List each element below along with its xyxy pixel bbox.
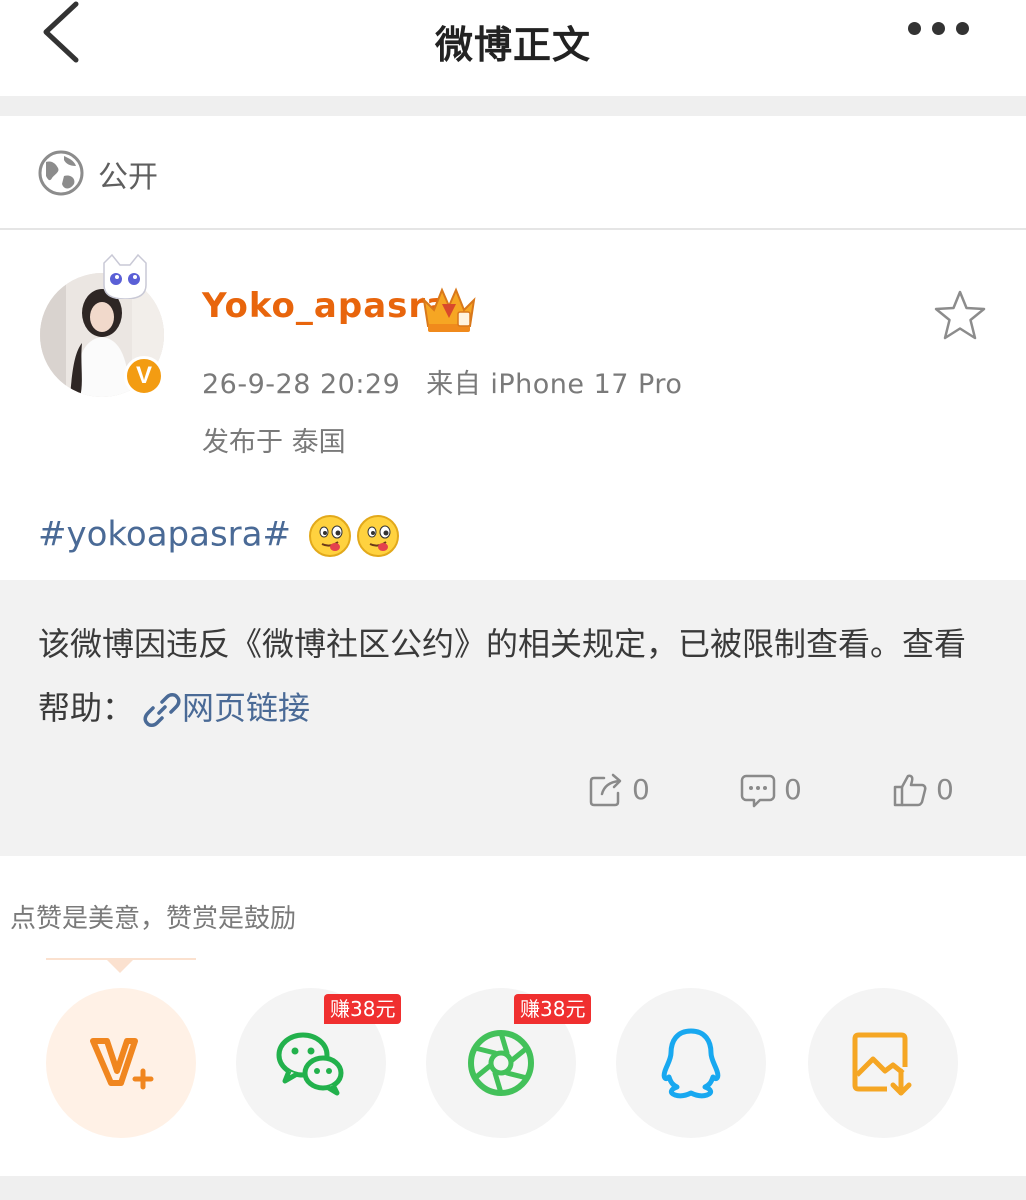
save-image-button[interactable] bbox=[808, 988, 958, 1138]
avatar-cat-decoration bbox=[103, 253, 147, 299]
web-link[interactable]: 网页链接 bbox=[182, 689, 310, 727]
verified-badge: V bbox=[124, 356, 164, 396]
moments-icon bbox=[468, 1030, 534, 1096]
repost-button[interactable]: 0 bbox=[588, 770, 668, 810]
more-dots-icon bbox=[908, 22, 921, 35]
repost-count: 0 bbox=[632, 773, 650, 806]
page-title: 微博正文 bbox=[434, 23, 591, 67]
comment-count: 0 bbox=[784, 773, 802, 806]
tongue-face-emoji bbox=[356, 515, 399, 557]
more-dot bbox=[932, 22, 945, 35]
comment-icon bbox=[740, 774, 776, 808]
like-count: 0 bbox=[936, 773, 954, 806]
crown-level-icon bbox=[422, 287, 476, 332]
post-source: 来自 iPhone 17 Pro bbox=[426, 369, 683, 400]
post-location: 发布于 泰国 bbox=[202, 427, 346, 458]
like-button[interactable]: 0 bbox=[892, 770, 972, 810]
more-dot bbox=[956, 22, 969, 35]
repost-icon bbox=[589, 773, 622, 807]
star-icon[interactable] bbox=[932, 288, 988, 344]
reward-prompt: 点赞是美意，赞赏是鼓励 bbox=[10, 904, 297, 934]
restricted-notice-text: 该微博因违反《微博社区公约》的相关规定，已被限制查看。查看帮助： 网页链接 bbox=[38, 612, 978, 740]
earn-badge: 赚38元 bbox=[324, 994, 402, 1024]
share-qq-button[interactable] bbox=[616, 988, 766, 1138]
section-divider bbox=[0, 96, 1026, 116]
visibility-label: 公开 bbox=[98, 160, 158, 195]
earn-badge: 赚38元 bbox=[514, 994, 592, 1024]
divider bbox=[0, 228, 1026, 230]
wechat-icon bbox=[276, 1032, 344, 1096]
bottom-divider bbox=[0, 1176, 1026, 1200]
comment-button[interactable]: 0 bbox=[740, 770, 820, 810]
post-meta: 26-9-28 20:29 来自 iPhone 17 Pro bbox=[202, 362, 682, 401]
more-button[interactable] bbox=[900, 18, 980, 42]
vplus-icon bbox=[90, 1038, 154, 1090]
tongue-face-emoji bbox=[308, 515, 351, 557]
globe-icon bbox=[38, 150, 84, 196]
post-text-line: #yokoapasra# bbox=[38, 514, 400, 558]
vplus-button[interactable] bbox=[46, 988, 196, 1138]
thumbs-up-icon bbox=[893, 774, 927, 807]
author-name[interactable]: Yoko_apasra bbox=[202, 286, 450, 326]
post-date: 26-9-28 20:29 bbox=[202, 369, 401, 400]
save-image-icon bbox=[852, 1032, 912, 1096]
tip-pointer-arrow bbox=[106, 959, 134, 973]
qq-icon bbox=[661, 1028, 721, 1099]
link-icon bbox=[143, 693, 181, 727]
hashtag-link[interactable]: #yokoapasra# bbox=[38, 515, 291, 555]
